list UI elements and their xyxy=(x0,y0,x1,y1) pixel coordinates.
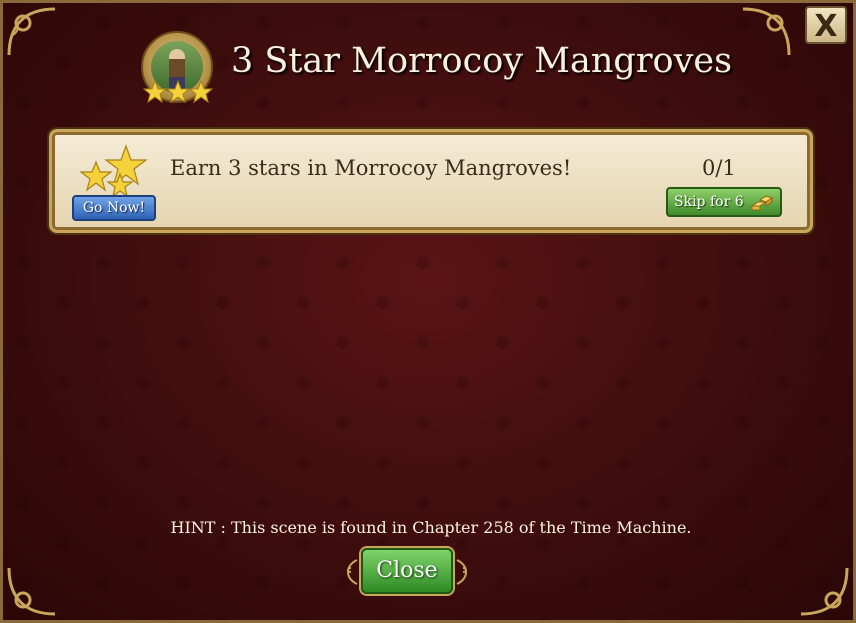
flourish-icon xyxy=(347,559,358,585)
close-button-frame: Close xyxy=(343,546,471,598)
skip-label: Skip for 6 xyxy=(674,194,744,210)
skip-button[interactable]: Skip for 6 xyxy=(666,187,782,217)
close-x-button[interactable]: X xyxy=(805,6,847,44)
three-stars-icon xyxy=(143,79,213,104)
gold-bars-icon xyxy=(750,195,774,211)
hint-text: HINT : This scene is found in Chapter 25… xyxy=(170,518,692,537)
flourish-icon xyxy=(456,559,467,585)
corner-ornament-icon xyxy=(5,5,59,59)
quest-progress: 0/1 xyxy=(702,156,736,180)
corner-ornament-icon xyxy=(5,564,59,618)
corner-ornament-icon xyxy=(739,5,793,59)
dialog-title: 3 Star Morrocoy Mangroves xyxy=(231,41,733,81)
close-button[interactable]: Close xyxy=(361,548,453,594)
stars-icon xyxy=(79,144,148,198)
corner-ornament-icon xyxy=(797,564,851,618)
quest-dialog: X 3 Star Morrocoy Mangroves Go Now! Earn… xyxy=(0,0,856,623)
go-now-button[interactable]: Go Now! xyxy=(72,195,156,221)
quest-description: Earn 3 stars in Morrocoy Mangroves! xyxy=(170,156,572,180)
quest-card: Go Now! Earn 3 stars in Morrocoy Mangrov… xyxy=(49,129,813,233)
